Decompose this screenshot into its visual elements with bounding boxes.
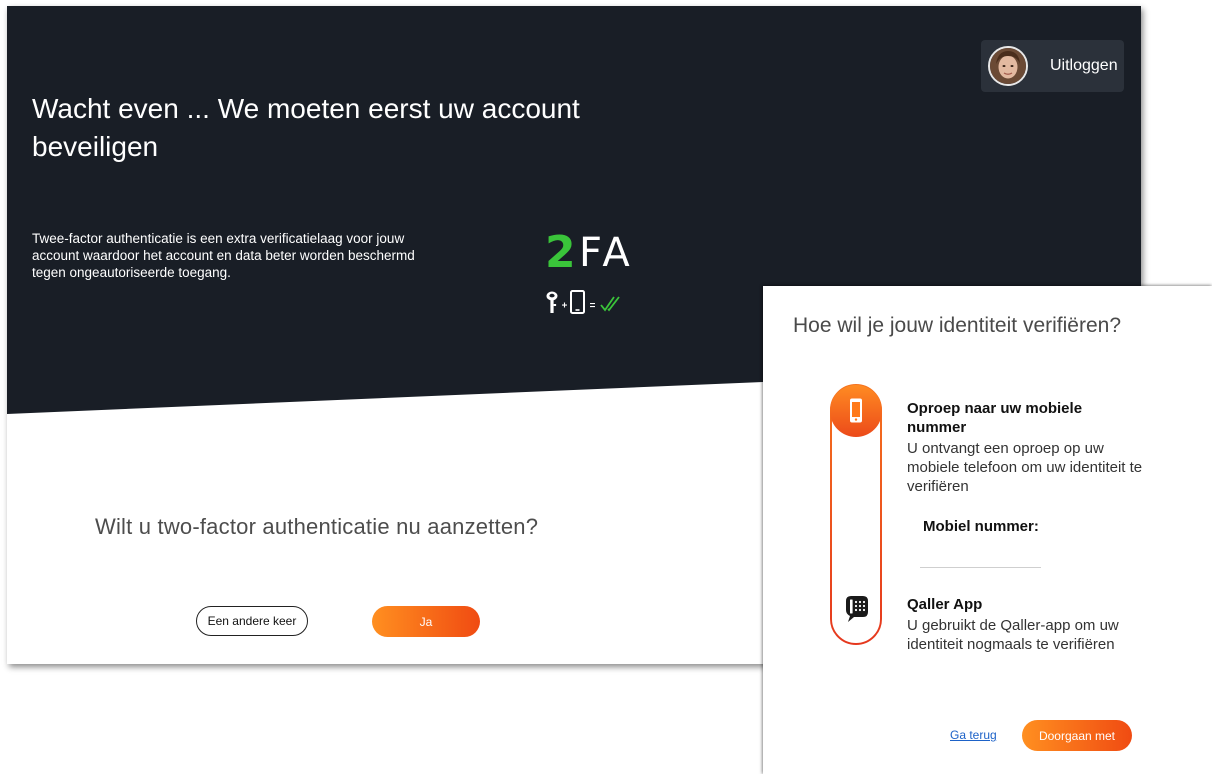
plus-icon — [562, 302, 567, 308]
yes-button[interactable]: Ja — [372, 606, 480, 637]
option-app-title[interactable]: Qaller App — [907, 595, 1107, 614]
method-selector-rail — [830, 384, 882, 645]
key-icon — [546, 291, 558, 313]
double-check-icon — [600, 296, 620, 312]
twofa-logo: 2 FA — [545, 226, 665, 316]
page-title: Wacht even ... We moeten eerst uw accoun… — [32, 93, 580, 162]
mobile-number-label: Mobiel nummer: — [923, 518, 1039, 535]
option-app-description: U gebruikt de Qaller-app om uw identitei… — [907, 617, 1119, 653]
twofa-letters: FA — [579, 230, 634, 276]
enable-2fa-question: Wilt u two-factor authenticatie nu aanze… — [95, 514, 539, 539]
verify-title: Hoe wil je jouw identiteit verifiëren? — [793, 314, 1121, 337]
mobile-phone-icon — [830, 385, 882, 437]
logout-button[interactable]: Uitloggen — [981, 40, 1124, 92]
mobile-number-input[interactable] — [920, 551, 1041, 568]
later-button[interactable]: Een andere keer — [196, 606, 308, 636]
phone-icon — [570, 290, 585, 314]
back-link[interactable]: Ga terug — [950, 728, 997, 742]
option-call-title[interactable]: Oproep naar uw mobiele nummer — [907, 399, 1097, 437]
verify-method-dialog: Hoe wil je jouw identiteit verifiëren? O… — [763, 286, 1212, 774]
intro-text: Twee-factor authenticatie is een extra v… — [32, 231, 415, 280]
equals-icon — [590, 303, 595, 308]
twofa-digit: 2 — [545, 227, 576, 278]
option-call-description: U ontvangt een oproep op uw mobiele tele… — [907, 440, 1143, 495]
continue-button[interactable]: Doorgaan met — [1022, 720, 1132, 751]
logout-label: Uitloggen — [1050, 57, 1118, 74]
qaller-app-icon — [839, 593, 873, 627]
user-avatar — [988, 46, 1028, 86]
